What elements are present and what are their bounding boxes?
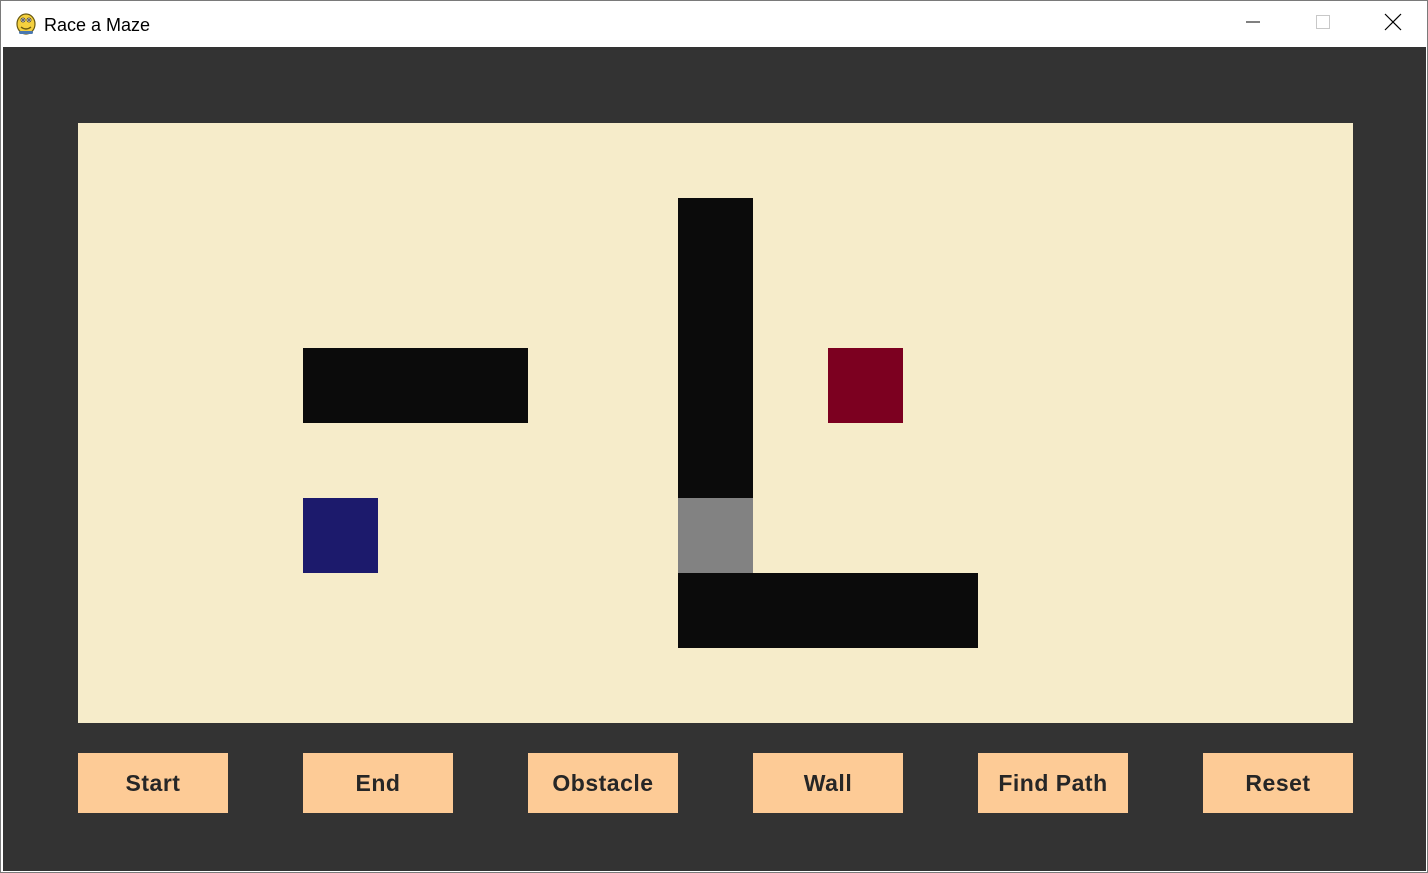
find-path-button[interactable]: Find Path <box>978 753 1128 813</box>
wall-cell[interactable] <box>678 198 753 273</box>
wall-cell[interactable] <box>378 348 453 423</box>
obstacle-cell[interactable] <box>678 498 753 573</box>
maze-board[interactable] <box>78 123 1353 723</box>
wall-cell[interactable] <box>828 573 903 648</box>
close-button[interactable] <box>1358 1 1428 47</box>
window-title: Race a Maze <box>44 15 151 35</box>
pygame-snake-icon <box>15 12 37 36</box>
wall-button[interactable]: Wall <box>753 753 903 813</box>
wall-cell[interactable] <box>303 348 378 423</box>
reset-button[interactable]: Reset <box>1203 753 1353 813</box>
wall-cell[interactable] <box>678 273 753 348</box>
wall-cell[interactable] <box>903 573 978 648</box>
wall-cell[interactable] <box>678 423 753 498</box>
app-window: Race a Maze Start End Obstacle Wall Find… <box>0 0 1428 873</box>
obstacle-button[interactable]: Obstacle <box>528 753 678 813</box>
end-button[interactable]: End <box>303 753 453 813</box>
wall-cell[interactable] <box>753 573 828 648</box>
start-button[interactable]: Start <box>78 753 228 813</box>
maximize-button[interactable] <box>1288 1 1358 47</box>
minimize-button[interactable] <box>1218 1 1288 47</box>
game-canvas: Start End Obstacle Wall Find Path Reset <box>3 47 1426 871</box>
close-icon <box>1384 13 1402 36</box>
end-cell[interactable] <box>828 348 903 423</box>
minimize-icon <box>1245 14 1261 35</box>
wall-cell[interactable] <box>453 348 528 423</box>
title-bar[interactable]: Race a Maze <box>1 1 1427 47</box>
start-cell[interactable] <box>303 498 378 573</box>
wall-cell[interactable] <box>678 348 753 423</box>
maximize-icon <box>1315 14 1331 35</box>
wall-cell[interactable] <box>678 573 753 648</box>
